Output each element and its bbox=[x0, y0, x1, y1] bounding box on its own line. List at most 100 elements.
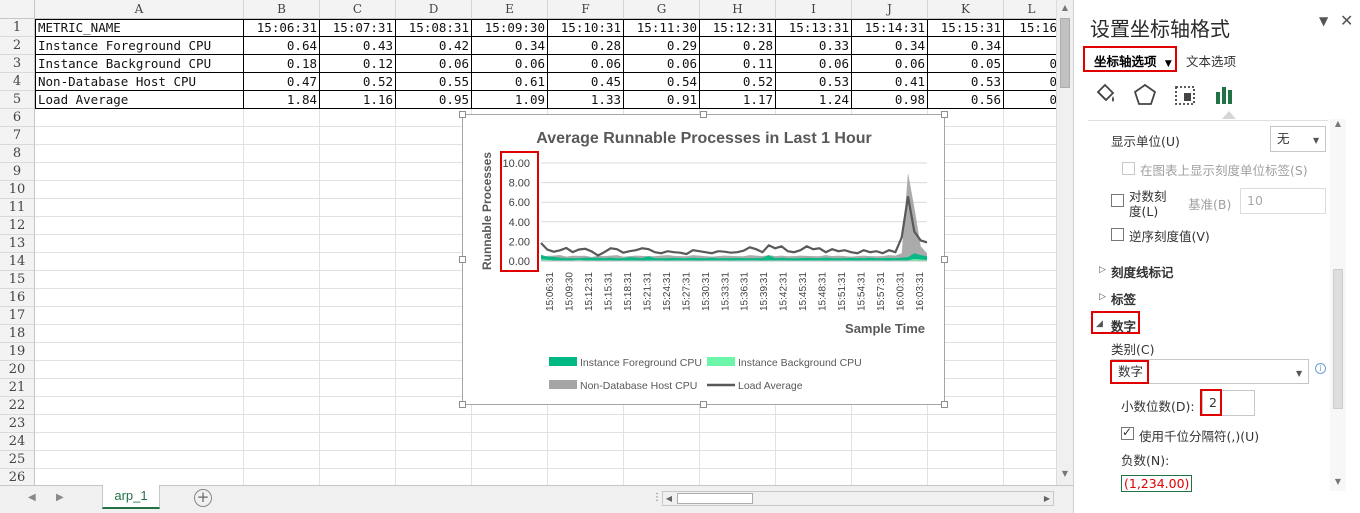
add-sheet-icon[interactable]: + bbox=[194, 489, 212, 507]
table-cell[interactable]: 1.84 bbox=[244, 91, 320, 109]
table-cell[interactable]: 0 bbox=[1004, 73, 1060, 91]
row-header[interactable]: 23 bbox=[0, 415, 35, 433]
table-cell[interactable]: 15:11:30 bbox=[624, 19, 700, 37]
fill-line-icon[interactable] bbox=[1092, 82, 1118, 108]
table-cell[interactable]: 0.34 bbox=[928, 37, 1004, 55]
table-cell[interactable]: 0.06 bbox=[852, 55, 928, 73]
category-select[interactable]: 数字 bbox=[1111, 359, 1309, 384]
column-header[interactable]: E bbox=[472, 0, 548, 19]
labels-section[interactable]: 标签 bbox=[1111, 289, 1136, 308]
table-cell[interactable]: 15:10:31 bbox=[548, 19, 624, 37]
sheet-vertical-scrollbar[interactable]: ▲ ▼ bbox=[1056, 0, 1073, 485]
tick-marks-section[interactable]: 刻度线标记 bbox=[1111, 262, 1174, 281]
tab-splitter-icon[interactable]: ⋮ bbox=[652, 492, 662, 503]
table-cell[interactable]: 0.06 bbox=[624, 55, 700, 73]
number-section[interactable]: 数字 bbox=[1111, 316, 1136, 335]
table-cell[interactable]: 0.53 bbox=[776, 73, 852, 91]
axis-options-icon[interactable] bbox=[1212, 82, 1238, 108]
row-header[interactable]: 19 bbox=[0, 343, 35, 361]
row-header[interactable]: 26 bbox=[0, 469, 35, 485]
row-header[interactable]: 3 bbox=[0, 55, 35, 73]
table-cell[interactable]: 0 bbox=[1004, 55, 1060, 73]
table-cell[interactable]: 0.06 bbox=[396, 55, 472, 73]
collapse-icon[interactable]: ◢ bbox=[1096, 319, 1103, 329]
base-input[interactable]: 10 bbox=[1240, 188, 1326, 214]
table-cell[interactable]: 0.45 bbox=[548, 73, 624, 91]
pane-options-icon[interactable]: ▼ bbox=[1319, 14, 1328, 28]
row-header[interactable]: 16 bbox=[0, 289, 35, 307]
table-cell[interactable]: 0.55 bbox=[396, 73, 472, 91]
row-header[interactable]: 1 bbox=[0, 19, 35, 37]
row-header[interactable]: 4 bbox=[0, 73, 35, 91]
table-cell[interactable]: 0.61 bbox=[472, 73, 548, 91]
row-header[interactable]: 8 bbox=[0, 145, 35, 163]
row-header[interactable]: 7 bbox=[0, 127, 35, 145]
expand-icon[interactable]: ▷ bbox=[1099, 265, 1106, 275]
decimals-input[interactable]: 2 bbox=[1202, 390, 1255, 416]
resize-handle-r[interactable] bbox=[941, 256, 948, 263]
table-cell[interactable]: 0.47 bbox=[244, 73, 320, 91]
table-cell[interactable]: 0.91 bbox=[624, 91, 700, 109]
show-units-checkbox[interactable] bbox=[1122, 162, 1135, 175]
column-header[interactable]: A bbox=[35, 0, 244, 19]
table-cell[interactable]: 15:07:31 bbox=[320, 19, 396, 37]
scroll-left-icon[interactable]: ◀ bbox=[663, 492, 675, 505]
column-header[interactable]: K bbox=[928, 0, 1004, 19]
column-header[interactable]: H bbox=[700, 0, 776, 19]
table-cell[interactable]: Non-Database Host CPU bbox=[35, 73, 244, 91]
resize-handle-br[interactable] bbox=[941, 401, 948, 408]
table-cell[interactable]: 0.95 bbox=[396, 91, 472, 109]
pane-vertical-scrollbar[interactable]: ▲ ▼ bbox=[1330, 119, 1346, 491]
reverse-order-checkbox[interactable] bbox=[1111, 228, 1124, 241]
table-cell[interactable]: 15:15:31 bbox=[928, 19, 1004, 37]
column-header[interactable]: L bbox=[1004, 0, 1060, 19]
scroll-thumb[interactable] bbox=[1060, 18, 1070, 88]
row-header[interactable]: 15 bbox=[0, 271, 35, 289]
scroll-right-icon[interactable]: ▶ bbox=[1041, 492, 1053, 505]
table-cell[interactable]: 0.11 bbox=[700, 55, 776, 73]
hscroll-thumb[interactable] bbox=[677, 493, 753, 504]
table-cell[interactable]: 0.06 bbox=[776, 55, 852, 73]
tab-axis-options[interactable]: 坐标轴选项 ▼ bbox=[1094, 51, 1172, 70]
table-cell[interactable]: 0.18 bbox=[244, 55, 320, 73]
table-cell[interactable]: 15:08:31 bbox=[396, 19, 472, 37]
prev-sheet-icon[interactable]: ◀ bbox=[28, 492, 36, 503]
table-cell[interactable]: 0.33 bbox=[776, 37, 852, 55]
row-header[interactable]: 24 bbox=[0, 433, 35, 451]
scroll-up-icon[interactable]: ▲ bbox=[1057, 0, 1073, 16]
resize-handle-l[interactable] bbox=[459, 256, 466, 263]
close-icon[interactable]: ✕ bbox=[1340, 11, 1353, 30]
negative-format-option[interactable]: (1,234.00) bbox=[1121, 475, 1193, 492]
next-sheet-icon[interactable]: ▶ bbox=[56, 492, 64, 503]
resize-handle-b[interactable] bbox=[700, 401, 707, 408]
table-cell[interactable]: 1.24 bbox=[776, 91, 852, 109]
size-properties-icon[interactable] bbox=[1172, 82, 1198, 108]
table-cell[interactable]: 15:09:30 bbox=[472, 19, 548, 37]
row-header[interactable]: 5 bbox=[0, 91, 35, 109]
row-header[interactable]: 9 bbox=[0, 163, 35, 181]
row-header[interactable]: 11 bbox=[0, 199, 35, 217]
row-header[interactable]: 21 bbox=[0, 379, 35, 397]
chart-object[interactable]: Average Runnable Processes in Last 1 Hou… bbox=[462, 114, 945, 405]
row-header[interactable]: 10 bbox=[0, 181, 35, 199]
thousands-separator-checkbox[interactable] bbox=[1121, 425, 1134, 440]
column-header[interactable]: J bbox=[852, 0, 928, 19]
resize-handle-t[interactable] bbox=[700, 111, 707, 118]
row-header[interactable]: 14 bbox=[0, 253, 35, 271]
table-cell[interactable]: 0 bbox=[1004, 91, 1060, 109]
spreadsheet-grid[interactable]: ABCDEFGHIJKL 1 2 3 4 5 6 7 8 9 10 11 12 13 14 15 16 17 18… bbox=[0, 0, 1073, 485]
scroll-down-icon[interactable]: ▼ bbox=[1057, 466, 1073, 482]
row-header[interactable]: 17 bbox=[0, 307, 35, 325]
table-cell[interactable]: 0.28 bbox=[548, 37, 624, 55]
column-header[interactable]: I bbox=[776, 0, 852, 19]
row-header[interactable]: 25 bbox=[0, 451, 35, 469]
row-header[interactable]: 2 bbox=[0, 37, 35, 55]
table-cell[interactable]: 1.33 bbox=[548, 91, 624, 109]
scroll-down-icon[interactable]: ▼ bbox=[1330, 477, 1346, 486]
table-cell[interactable] bbox=[1004, 37, 1060, 55]
table-cell[interactable]: 0.54 bbox=[624, 73, 700, 91]
resize-handle-bl[interactable] bbox=[459, 401, 466, 408]
table-cell[interactable]: 15:16 bbox=[1004, 19, 1060, 37]
scroll-up-icon[interactable]: ▲ bbox=[1330, 119, 1346, 128]
table-cell[interactable]: Instance Foreground CPU bbox=[35, 37, 244, 55]
